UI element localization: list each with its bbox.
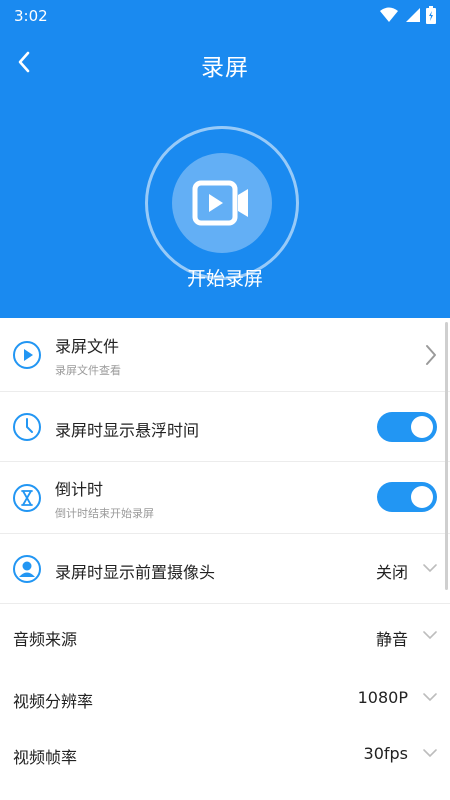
row-title: 录屏文件 xyxy=(55,337,120,356)
row-subtitle: 倒计时结束开始录屏 xyxy=(55,507,154,520)
list-item-frame-rate[interactable]: 视频帧率 30fps xyxy=(0,724,450,780)
header: 录屏 开始录屏 xyxy=(0,32,450,318)
start-record-button[interactable] xyxy=(145,126,299,280)
status-icons xyxy=(380,6,436,24)
chevron-right-icon xyxy=(426,345,436,365)
user-icon xyxy=(13,555,41,583)
status-time: 3:02 xyxy=(14,7,48,25)
countdown-toggle[interactable] xyxy=(377,482,437,512)
list-item-video-resolution[interactable]: 视频分辨率 1080P xyxy=(0,668,450,724)
wifi-icon xyxy=(380,7,398,22)
row-title: 视频分辨率 xyxy=(13,692,94,711)
status-bar: 3:02 xyxy=(0,0,450,32)
battery-icon xyxy=(426,6,436,24)
toggle-knob xyxy=(411,486,433,508)
clock-icon xyxy=(13,413,41,441)
audio-source-value: 静音 xyxy=(375,630,408,649)
row-title: 倒计时 xyxy=(55,480,104,499)
row-title: 录屏时显示悬浮时间 xyxy=(55,421,200,440)
toggle-knob xyxy=(411,416,433,438)
record-button-inner xyxy=(172,153,272,253)
list-item-countdown: 倒计时 倒计时结束开始录屏 xyxy=(0,462,450,534)
row-subtitle: 录屏文件查看 xyxy=(55,364,121,377)
list-item-recording-files[interactable]: 录屏文件 录屏文件查看 xyxy=(0,318,450,392)
video-resolution-value: 1080P xyxy=(357,688,408,707)
chevron-down-icon xyxy=(423,564,437,573)
signal-icon xyxy=(406,8,420,22)
play-circle-icon xyxy=(13,341,41,369)
front-camera-value: 关闭 xyxy=(375,563,408,582)
row-title: 视频帧率 xyxy=(13,748,78,767)
chevron-down-icon xyxy=(423,631,437,640)
list-item-floating-time: 录屏时显示悬浮时间 xyxy=(0,392,450,462)
settings-list: 录屏文件 录屏文件查看 录屏时显示悬浮时间 倒计时 倒计时结束开始录屏 录屏时显… xyxy=(0,318,450,780)
page-title: 录屏 xyxy=(201,55,249,81)
list-item-audio-source[interactable]: 音频来源 静音 xyxy=(0,604,450,668)
hourglass-icon xyxy=(13,484,41,512)
chevron-down-icon xyxy=(423,693,437,702)
scrollbar[interactable] xyxy=(445,322,448,590)
frame-rate-value: 30fps xyxy=(363,744,408,763)
start-record-label[interactable]: 开始录屏 xyxy=(0,264,450,291)
list-item-front-camera[interactable]: 录屏时显示前置摄像头 关闭 xyxy=(0,534,450,604)
video-camera-icon xyxy=(192,180,248,226)
row-title: 音频来源 xyxy=(13,630,78,649)
chevron-down-icon xyxy=(423,749,437,758)
row-title: 录屏时显示前置摄像头 xyxy=(55,563,216,582)
floating-time-toggle[interactable] xyxy=(377,412,437,442)
